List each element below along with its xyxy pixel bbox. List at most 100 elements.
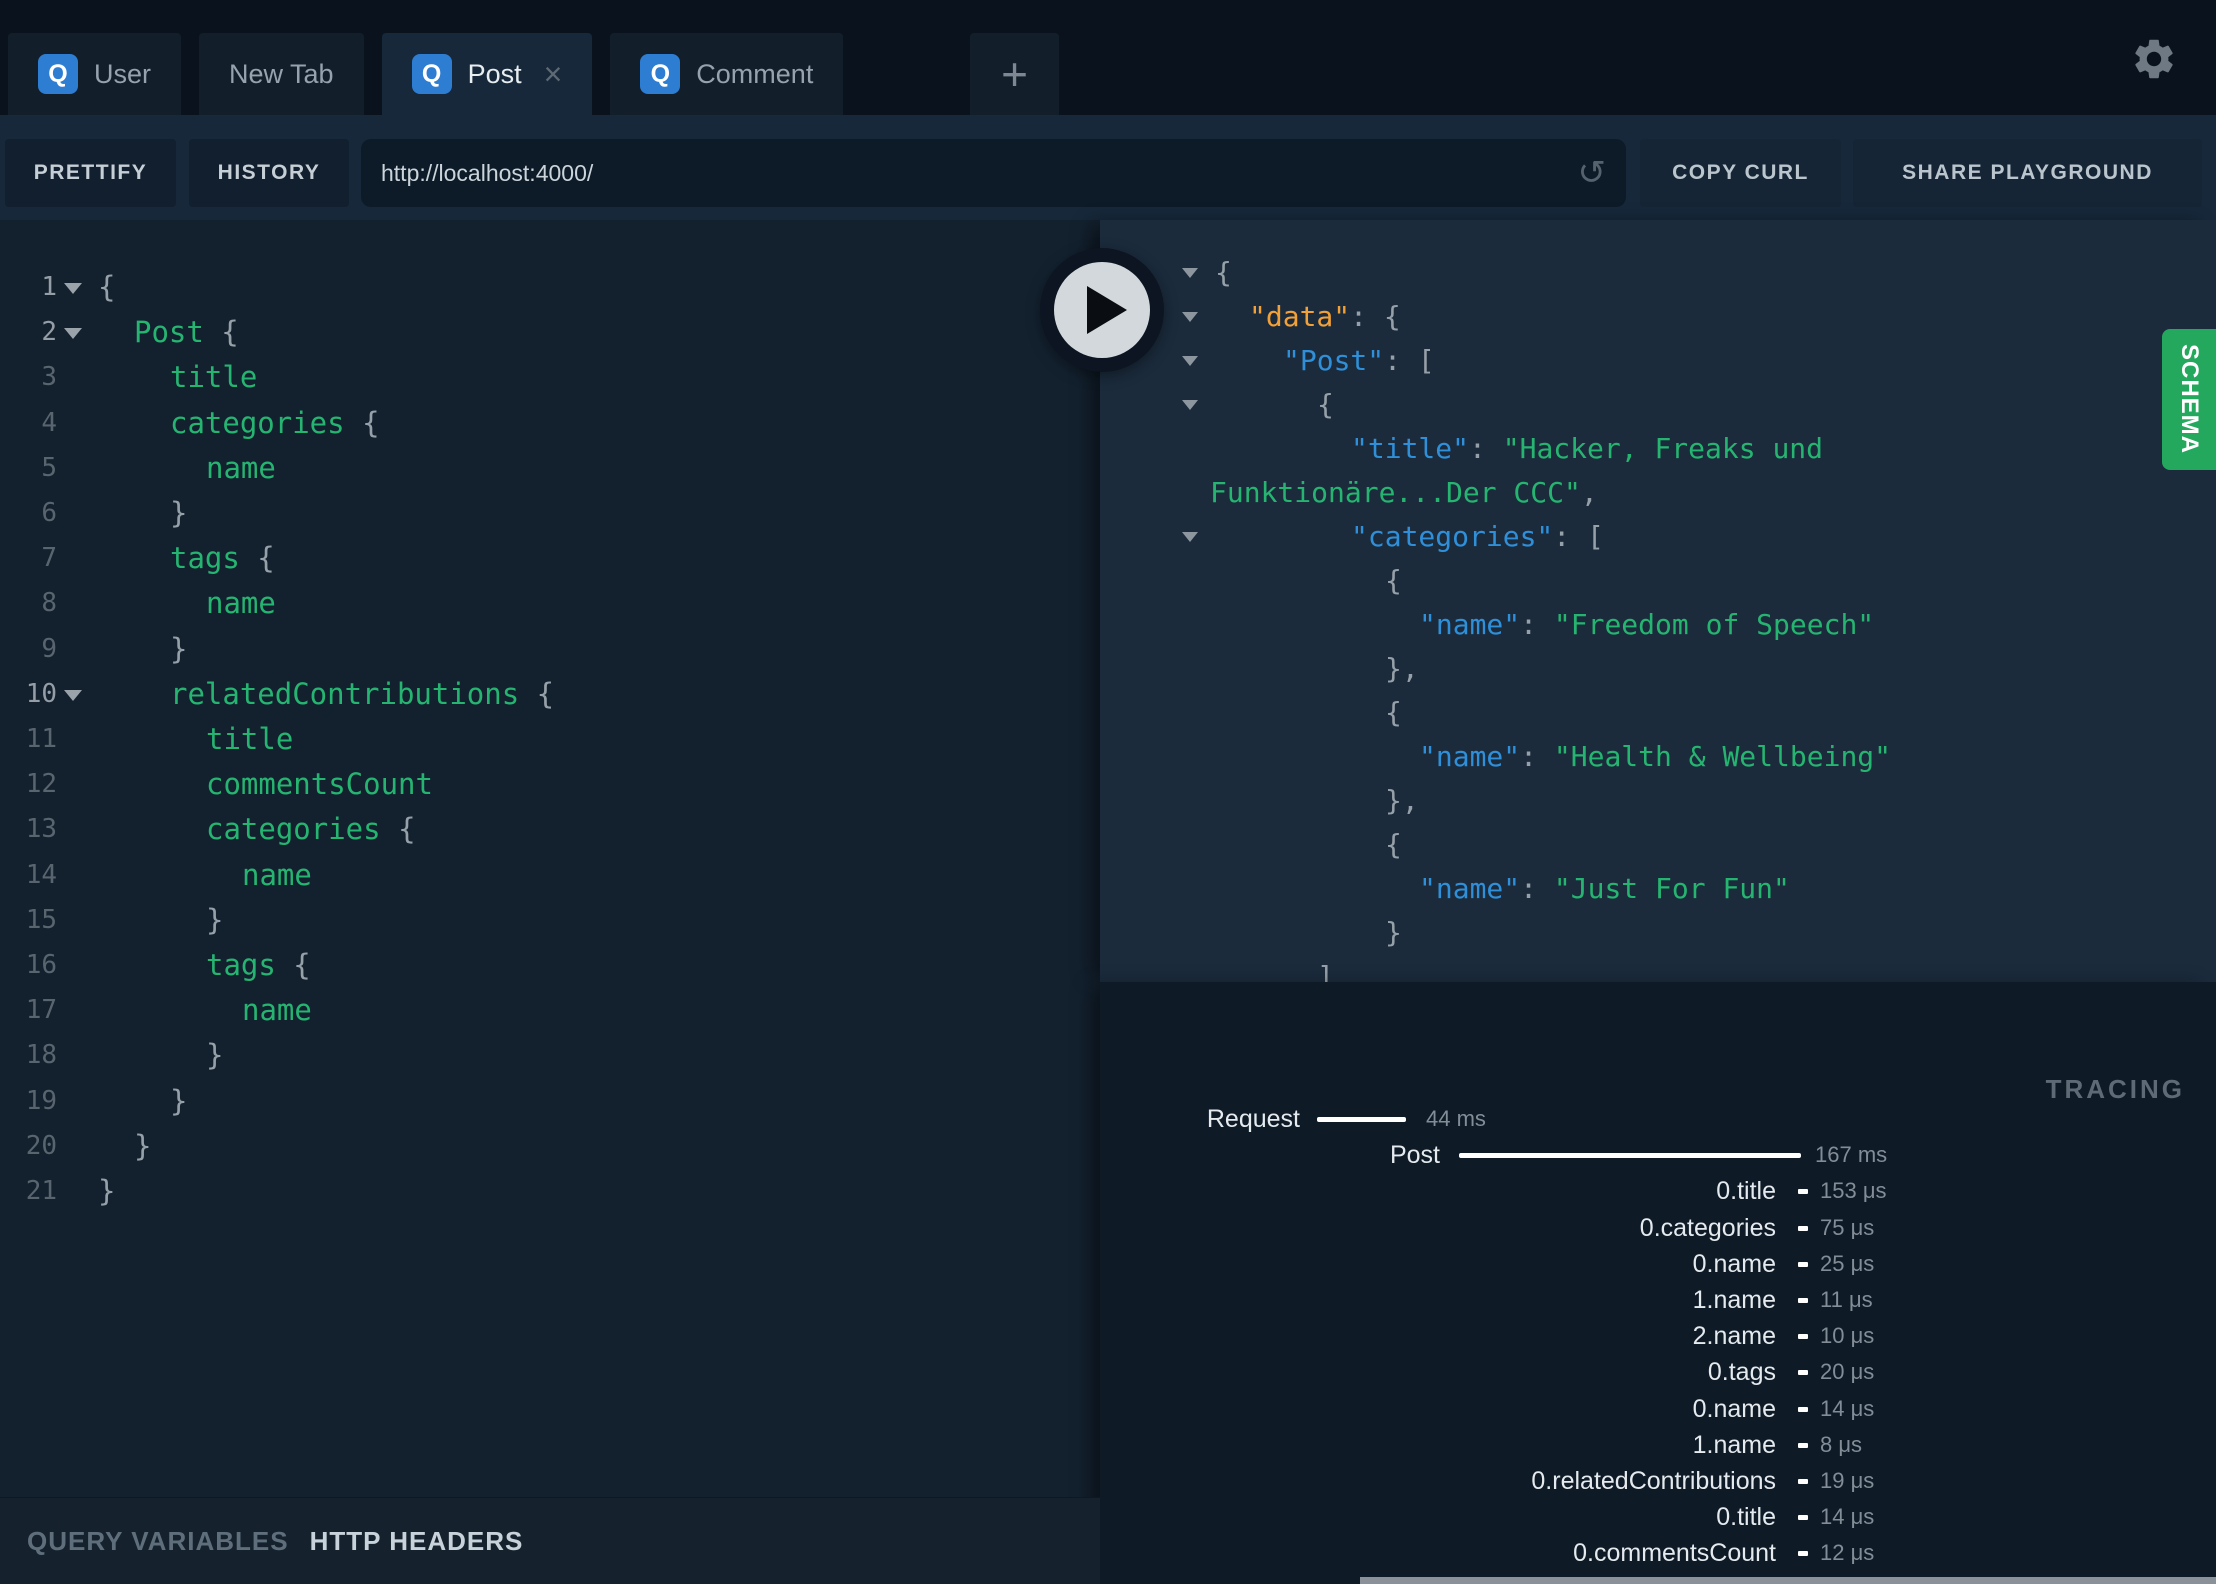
prettify-button[interactable]: PRETTIFY: [5, 139, 176, 207]
response-code: Funktionäre...Der CCC",: [1210, 471, 1598, 515]
code-token: :: [1469, 432, 1503, 465]
code-token: : {: [1350, 300, 1401, 333]
query-line[interactable]: 1{: [0, 265, 1100, 310]
query-line[interactable]: 13 categories {: [0, 807, 1100, 852]
line-number: 12: [25, 769, 57, 799]
response-viewer: {"data": {"Post": [{"title": "Hacker, Fr…: [1100, 220, 2216, 982]
schema-tab[interactable]: SCHEMA: [2162, 329, 2216, 470]
query-line[interactable]: 19}: [0, 1079, 1100, 1124]
tab-label: New Tab: [229, 58, 334, 89]
query-line[interactable]: 16 tags {: [0, 943, 1100, 988]
duration-dash: [1798, 1298, 1808, 1303]
code-token: tags: [170, 541, 240, 575]
tab-label: Post: [467, 58, 522, 89]
tracing-label: 1.name: [1692, 1286, 1776, 1314]
query-code: tags {: [206, 943, 311, 988]
duration-dash: [1798, 1334, 1808, 1339]
code-token: "data": [1249, 300, 1351, 333]
query-code: categories {: [170, 401, 380, 446]
query-line[interactable]: 14 name: [0, 853, 1100, 898]
close-tab-icon[interactable]: ×: [544, 58, 563, 90]
tracing-row: 1.name 8 μs: [1100, 1429, 2216, 1461]
response-line: {: [1100, 823, 2216, 867]
tracing-time: 14 μs: [1820, 1396, 1875, 1421]
tab-comment[interactable]: Q Comment: [610, 33, 844, 115]
code-token: {: [275, 948, 311, 982]
copy-curl-button[interactable]: COPY CURL: [1640, 139, 1841, 207]
query-line[interactable]: 3 title: [0, 355, 1100, 400]
code-token: "Freedom of Speech": [1553, 608, 1875, 641]
code-token: }: [206, 903, 224, 937]
code-token: "categories": [1351, 520, 1554, 553]
tracing-time: 12 μs: [1820, 1540, 1875, 1565]
query-variables-tab[interactable]: QUERY VARIABLES: [27, 1526, 289, 1557]
share-playground-button[interactable]: SHARE PLAYGROUND: [1853, 139, 2202, 207]
line-number: 8: [41, 588, 57, 618]
response-code: "name": "Freedom of Speech": [1419, 603, 1874, 647]
tab-new-tab[interactable]: New Tab: [199, 33, 364, 115]
tracing-label: 2.name: [1692, 1322, 1776, 1350]
fold-arrow-icon[interactable]: [64, 690, 82, 701]
code-token: "name": [1419, 608, 1521, 641]
query-line[interactable]: 8 name: [0, 581, 1100, 626]
query-editor[interactable]: 1{2 Post {3 title 4 categories {5 name 6} 7 tags…: [0, 220, 1100, 1497]
line-number: 16: [25, 950, 57, 980]
add-tab-button[interactable]: +: [970, 33, 1059, 115]
code-token: :: [1520, 872, 1554, 905]
query-code: }: [206, 898, 223, 943]
tracing-time: 20 μs: [1820, 1359, 1875, 1384]
history-button[interactable]: HISTORY: [189, 139, 349, 207]
response-code: "title": "Hacker, Freaks und: [1351, 427, 1823, 471]
query-line[interactable]: 21}: [0, 1169, 1100, 1214]
query-line[interactable]: 7 tags {: [0, 536, 1100, 581]
code-token: "Hacker, Freaks und: [1502, 432, 1824, 465]
tracing-row: 0.tags 20 μs: [1100, 1356, 2216, 1388]
code-token: "Post": [1283, 344, 1385, 377]
query-line[interactable]: 9}: [0, 627, 1100, 672]
line-number: 6: [41, 498, 57, 528]
query-line[interactable]: 18}: [0, 1033, 1100, 1078]
query-line[interactable]: 4 categories {: [0, 401, 1100, 446]
code-token: :: [1520, 608, 1554, 641]
collapse-arrow-icon[interactable]: [1182, 532, 1198, 542]
query-code: title: [206, 717, 293, 762]
query-line[interactable]: 10 relatedContributions {: [0, 672, 1100, 717]
response-line: },: [1100, 779, 2216, 823]
query-line[interactable]: 12 commentsCount: [0, 762, 1100, 807]
endpoint-url-input[interactable]: http://localhost:4000/ ↺: [361, 139, 1626, 207]
query-line[interactable]: 15}: [0, 898, 1100, 943]
query-line[interactable]: 5 name: [0, 446, 1100, 491]
query-line[interactable]: 17 name: [0, 988, 1100, 1033]
duration-dash: [1798, 1370, 1808, 1375]
line-number: 9: [41, 634, 57, 664]
query-line[interactable]: 20}: [0, 1124, 1100, 1169]
response-line: {: [1100, 383, 2216, 427]
settings-gear-icon[interactable]: [2130, 35, 2178, 83]
tab-post[interactable]: Q Post ×: [381, 33, 593, 115]
http-headers-tab[interactable]: HTTP HEADERS: [310, 1526, 524, 1557]
reload-icon[interactable]: ↺: [1578, 153, 1607, 193]
collapse-arrow-icon[interactable]: [1182, 268, 1198, 278]
tracing-time: 19 μs: [1820, 1468, 1875, 1493]
fold-arrow-icon[interactable]: [64, 328, 82, 339]
response-code: {: [1317, 383, 1334, 427]
query-line[interactable]: 2 Post {: [0, 310, 1100, 355]
collapse-arrow-icon[interactable]: [1182, 312, 1198, 322]
response-line: "Post": [: [1100, 339, 2216, 383]
tab-label: User: [94, 58, 152, 89]
code-token: "name": [1419, 740, 1521, 773]
fold-arrow-icon[interactable]: [64, 283, 82, 294]
code-token: {: [1385, 828, 1402, 861]
horizontal-scrollbar[interactable]: [1360, 1577, 2216, 1584]
response-line: "title": "Hacker, Freaks und: [1100, 427, 2216, 471]
collapse-arrow-icon[interactable]: [1182, 356, 1198, 366]
query-code: relatedContributions {: [170, 672, 554, 717]
line-number: 20: [25, 1131, 57, 1161]
query-line[interactable]: 6}: [0, 491, 1100, 536]
query-line[interactable]: 11 title: [0, 717, 1100, 762]
collapse-arrow-icon[interactable]: [1182, 400, 1198, 410]
tab-user[interactable]: Q User: [8, 33, 182, 115]
execute-button[interactable]: [1040, 248, 1164, 372]
code-token: : [: [1553, 520, 1604, 553]
code-token: {: [239, 541, 275, 575]
